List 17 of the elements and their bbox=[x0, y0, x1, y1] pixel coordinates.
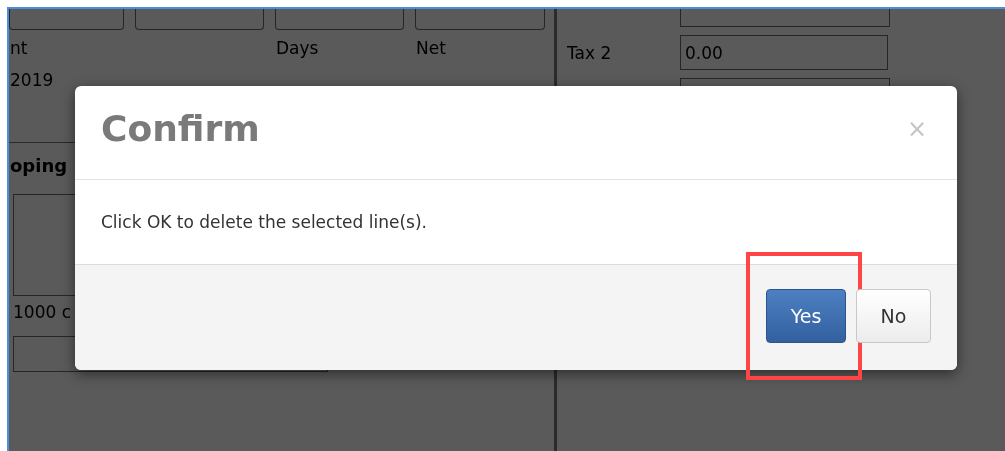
input-field[interactable] bbox=[9, 9, 124, 30]
date-value: 2019 bbox=[9, 70, 55, 90]
input-field[interactable] bbox=[415, 9, 545, 30]
field-label: nt bbox=[9, 37, 29, 58]
dialog-title: Confirm bbox=[101, 108, 260, 149]
no-button[interactable]: No bbox=[856, 288, 931, 343]
dialog-message: Click OK to delete the selected line(s). bbox=[101, 212, 427, 232]
character-note: 1000 c bbox=[13, 302, 72, 322]
field-label: Days bbox=[275, 37, 320, 58]
field-label: Tax 2 bbox=[567, 42, 613, 63]
input-field[interactable] bbox=[275, 9, 404, 30]
tax-field[interactable]: 0.00 bbox=[680, 35, 888, 70]
input-field[interactable] bbox=[680, 9, 890, 27]
field-label: Net bbox=[415, 37, 447, 58]
input-field[interactable] bbox=[135, 9, 264, 30]
yes-button[interactable]: Yes bbox=[766, 288, 846, 343]
section-title: oping bbox=[9, 155, 69, 176]
